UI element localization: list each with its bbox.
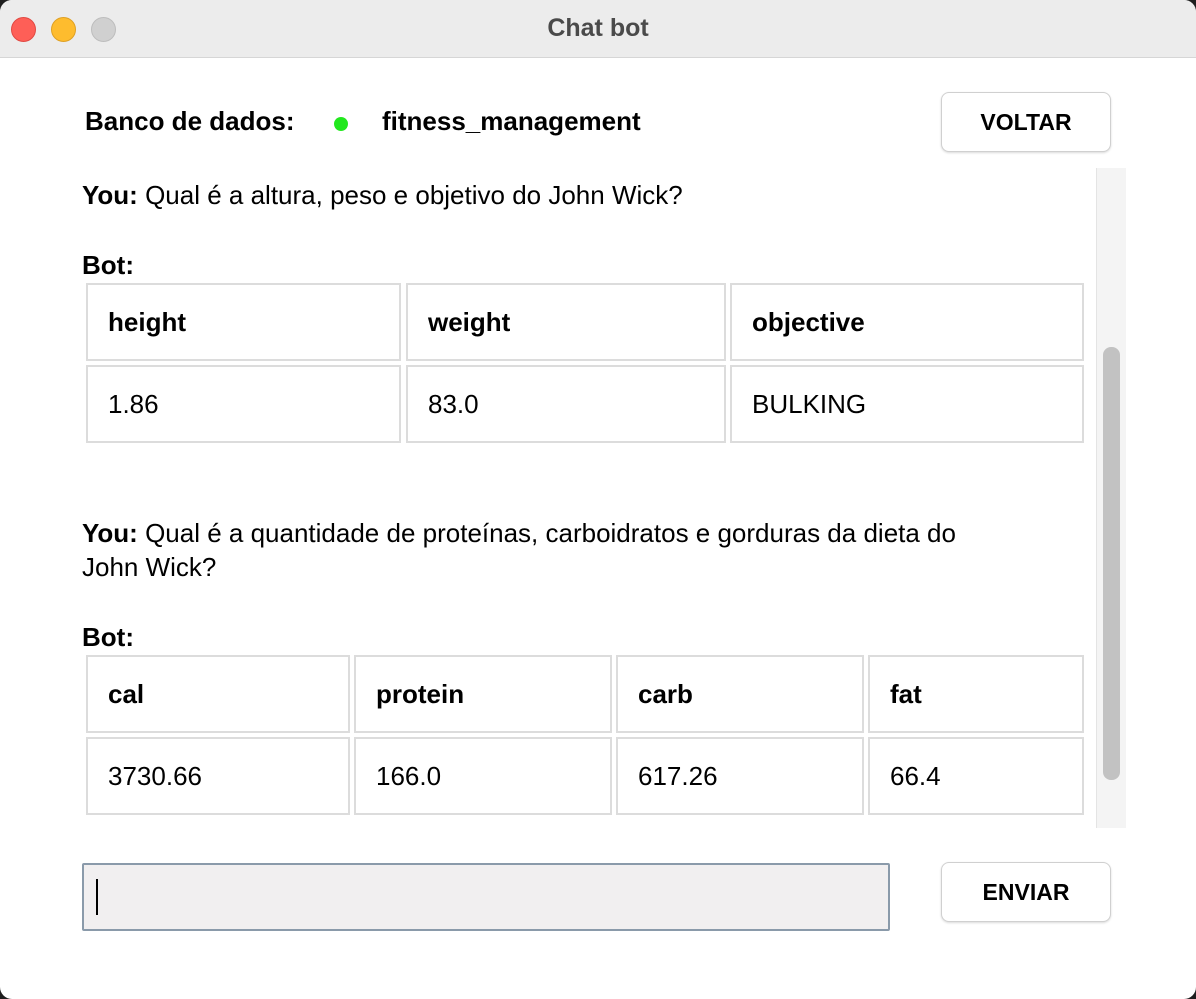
user-message-text-continued: John Wick?: [82, 552, 217, 582]
table-header-cell: cal: [86, 655, 350, 733]
table-header-cell: weight: [406, 283, 726, 361]
table-header-cell: objective: [730, 283, 1084, 361]
user-message: You: Qual é a altura, peso e objetivo do…: [82, 178, 683, 212]
table-cell: 83.0: [406, 365, 726, 443]
user-label: You:: [82, 518, 138, 548]
user-message-text: Qual é a altura, peso e objetivo do John…: [145, 180, 683, 210]
table-cell: 66.4: [868, 737, 1084, 815]
table-header-cell: carb: [616, 655, 864, 733]
table-cell: 617.26: [616, 737, 864, 815]
message-input[interactable]: [82, 863, 890, 931]
user-message: You: Qual é a quantidade de proteínas, c…: [82, 516, 956, 584]
window-title: Chat bot: [547, 14, 649, 42]
table-header-cell: fat: [868, 655, 1084, 733]
user-label: You:: [82, 180, 138, 210]
database-status-dot-icon: [334, 117, 348, 131]
chat-scrollbar-thumb[interactable]: [1103, 347, 1120, 780]
table-header-cell: height: [86, 283, 401, 361]
send-button[interactable]: ENVIAR: [941, 862, 1111, 922]
bot-label: Bot:: [82, 250, 134, 280]
table-header-cell: protein: [354, 655, 612, 733]
bot-label: Bot:: [82, 622, 134, 652]
database-name: fitness_management: [382, 106, 641, 136]
table-cell: 166.0: [354, 737, 612, 815]
chat-bot-window: Chat bot Banco de dados: fitness_managem…: [0, 0, 1196, 999]
table-cell: 3730.66: [86, 737, 350, 815]
back-button[interactable]: VOLTAR: [941, 92, 1111, 152]
user-message-text: Qual é a quantidade de proteínas, carboi…: [145, 518, 956, 548]
table-cell: BULKING: [730, 365, 1084, 443]
text-caret: [96, 879, 98, 915]
chat-history[interactable]: You: Qual é a altura, peso e objetivo do…: [82, 168, 1092, 828]
database-label: Banco de dados:: [85, 106, 295, 136]
table-cell: 1.86: [86, 365, 401, 443]
title-bar: Chat bot: [0, 0, 1196, 58]
